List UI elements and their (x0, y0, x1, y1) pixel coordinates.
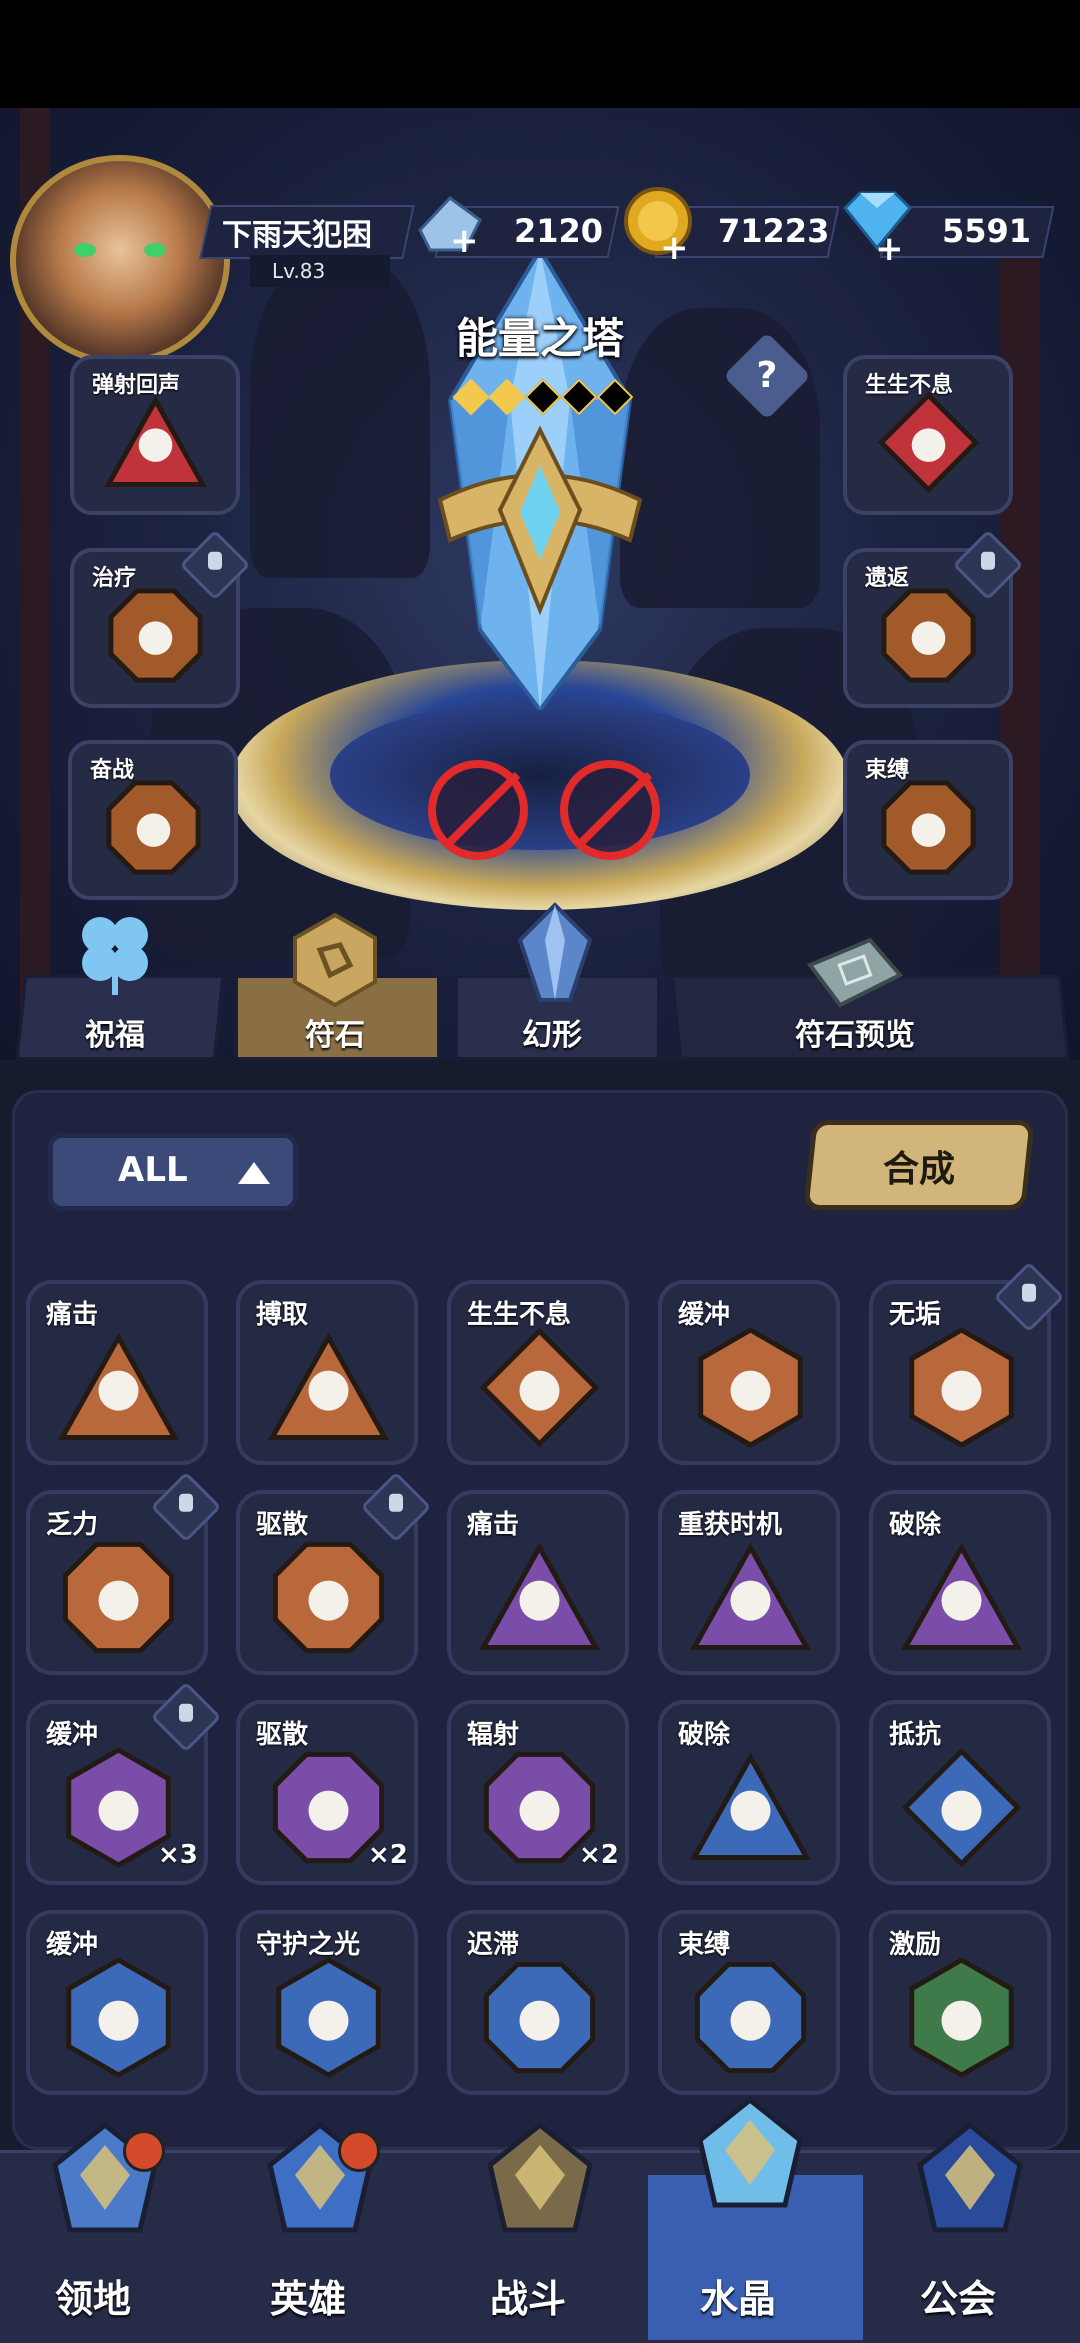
ice-shard-icon[interactable]: + (410, 190, 490, 260)
help-icon[interactable]: ? (736, 345, 798, 407)
tab-label: 祝福 (85, 1018, 145, 1053)
tab-label: 符石预览 (795, 1018, 915, 1053)
svg-text:+: + (660, 228, 689, 265)
rune-icon (688, 1955, 813, 2084)
rune-icon (266, 1955, 391, 2084)
player-level: Lv.83 (250, 255, 390, 287)
rune-icon (876, 775, 981, 884)
rune-icon (688, 1745, 813, 1874)
star-filled-icon (488, 378, 526, 416)
rune-icon (266, 1325, 391, 1454)
diamond-icon[interactable]: + (835, 188, 915, 263)
tab-label: 幻形 (522, 1018, 582, 1053)
rune-count: ×3 (158, 1840, 198, 1870)
rune-label: 生生不息 (467, 1300, 572, 1330)
rune-icon (103, 390, 208, 499)
dropdown-arrow-icon (238, 1162, 270, 1184)
star-filled-icon (452, 378, 490, 416)
rune-label: 迟滞 (467, 1930, 520, 1960)
nav-label: 水晶 (700, 2277, 777, 2321)
rune-icon (899, 1955, 1024, 2084)
svg-text:+: + (875, 229, 904, 263)
svg-text:+: + (450, 221, 479, 260)
notification-badge (123, 2130, 165, 2172)
rune-slot-label: 生生不息 (865, 373, 954, 398)
rune-icon (876, 390, 981, 499)
notification-badge (338, 2130, 380, 2172)
guild-banner-icon[interactable] (905, 2120, 1035, 2244)
rune-label: 缓冲 (678, 1300, 731, 1330)
rune-icon (477, 1955, 602, 2084)
disabled-rune-slot[interactable] (560, 760, 660, 860)
nav-label: 领地 (55, 2277, 132, 2321)
filter-label: ALL (118, 1150, 188, 1190)
status-bar (0, 0, 1080, 108)
rune-icon (899, 1535, 1024, 1664)
rune-label: 无垢 (889, 1300, 942, 1330)
rune-slot-label: 治疗 (92, 566, 137, 591)
gold-coin-icon[interactable]: + (620, 185, 700, 265)
rune-icon (899, 1325, 1024, 1454)
rune-label: 痛击 (467, 1510, 520, 1540)
rune-label: 痛击 (46, 1300, 99, 1330)
rune-label: 乏力 (46, 1510, 99, 1540)
avatar-eye (144, 243, 166, 257)
star-empty-icon (560, 378, 598, 416)
tower-title: 能量之塔 (455, 314, 624, 363)
rune-icon (688, 1535, 813, 1664)
rune-icon (876, 583, 981, 692)
rune-icon (477, 1325, 602, 1454)
rune-icon (688, 1325, 813, 1454)
clover-icon (82, 917, 148, 995)
diamond-count: 5591 (942, 212, 1032, 250)
disabled-rune-slot[interactable] (428, 760, 528, 860)
star-empty-icon (596, 378, 634, 416)
player-avatar[interactable] (10, 155, 230, 365)
rune-icon (56, 1325, 181, 1454)
star-empty-icon (524, 378, 562, 416)
nav-label: 英雄 (270, 2277, 347, 2321)
rune-slot-label: 弹射回声 (92, 373, 181, 398)
rune-label: 缓冲 (46, 1930, 99, 1960)
battle-icon[interactable] (475, 2120, 605, 2244)
player-name: 下雨天犯困 (222, 218, 372, 253)
gold-coin-count: 71223 (718, 212, 830, 250)
tab-label: 符石 (305, 1018, 365, 1053)
rune-label: 束缚 (678, 1930, 731, 1960)
rune-icon (477, 1535, 602, 1664)
rune-label: 破除 (678, 1720, 731, 1750)
rune-slot-label: 遗返 (865, 566, 910, 591)
rune-count: ×2 (368, 1840, 408, 1870)
rune-label: 激励 (889, 1930, 942, 1960)
crystal-icon (517, 902, 593, 1002)
rune-label: 驱散 (256, 1510, 309, 1540)
rune-label: 辐射 (467, 1720, 520, 1750)
nav-label: 公会 (920, 2277, 997, 2321)
rune-icon (56, 1535, 181, 1664)
nav-label: 战斗 (490, 2277, 567, 2321)
rune-label: 抵抗 (889, 1720, 942, 1750)
rune-label: 驱散 (256, 1720, 309, 1750)
rune-label: 搏取 (256, 1300, 309, 1330)
rune-label: 守护之光 (256, 1930, 361, 1960)
synthesize-button-label: 合成 (882, 1149, 955, 1190)
rune-label: 缓冲 (46, 1720, 99, 1750)
rune-stone-icon (293, 912, 377, 1008)
rune-icon (101, 775, 206, 884)
tower-star-rating (452, 378, 634, 416)
rune-book-icon (806, 937, 904, 1008)
rune-icon (56, 1955, 181, 2084)
rune-slot-label: 束缚 (865, 758, 910, 783)
rune-slot-label: 奋战 (90, 758, 135, 783)
rune-count: ×2 (579, 1840, 619, 1870)
avatar-eye (74, 243, 96, 257)
rune-label: 破除 (889, 1510, 942, 1540)
rune-icon (103, 583, 208, 692)
rune-icon (899, 1745, 1024, 1874)
crystal-nav-icon[interactable] (685, 2095, 815, 2219)
rune-label: 重获时机 (678, 1510, 783, 1540)
pedestal-pool (330, 700, 750, 850)
rune-icon (266, 1535, 391, 1664)
ice-shard-count: 2120 (514, 212, 604, 250)
